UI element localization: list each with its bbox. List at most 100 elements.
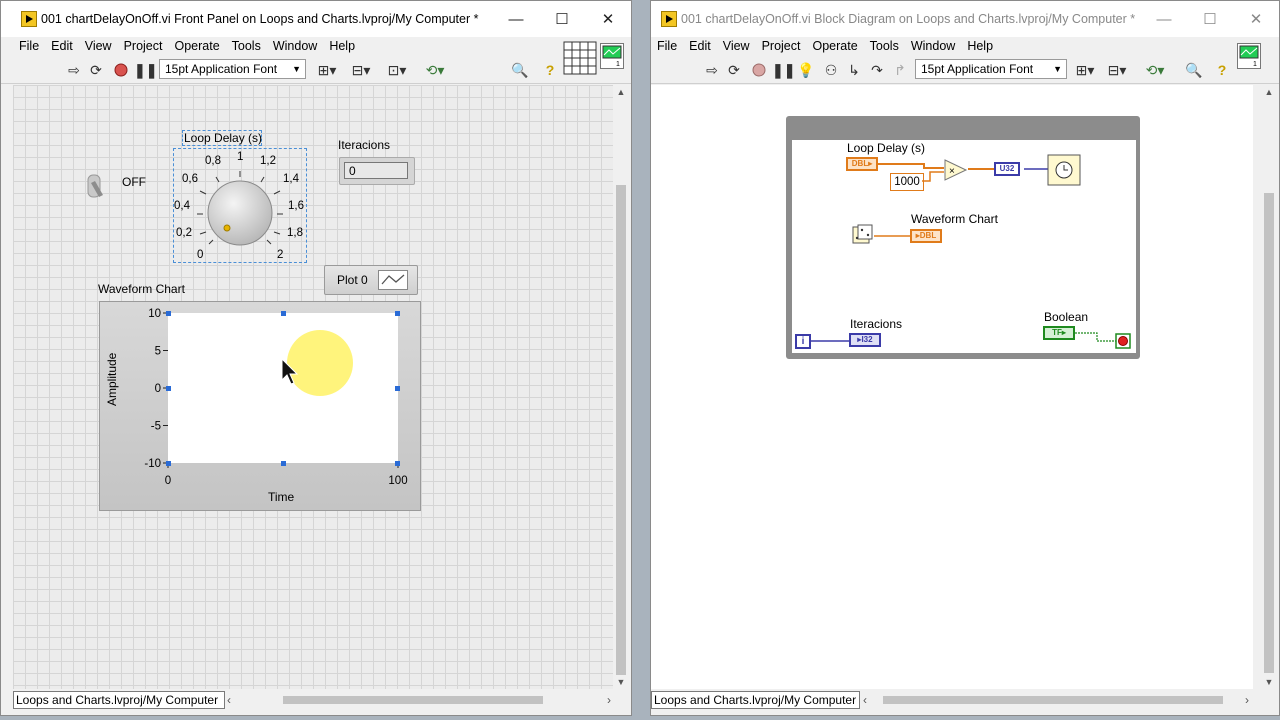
- vi-icon[interactable]: 1: [600, 43, 624, 69]
- chart-terminal-label[interactable]: Waveform Chart: [911, 212, 998, 226]
- loop-delay-terminal[interactable]: DBL▸: [846, 157, 878, 171]
- legend-plot-swatch[interactable]: [378, 270, 408, 290]
- menu-help[interactable]: Help: [323, 37, 361, 53]
- menu-file[interactable]: File: [651, 37, 683, 53]
- help-icon[interactable]: ?: [1213, 61, 1231, 79]
- scroll-up-icon[interactable]: ▲: [613, 87, 629, 97]
- help-icon[interactable]: ?: [541, 61, 559, 79]
- front-panel-titlebar[interactable]: 001 chartDelayOnOff.vi Front Panel on Lo…: [1, 1, 631, 37]
- retain-wire-values-icon[interactable]: ⚇: [822, 61, 840, 79]
- pause-icon[interactable]: ❚❚: [134, 61, 157, 79]
- scroll-left-icon[interactable]: ‹: [863, 693, 867, 707]
- resize-handle[interactable]: [395, 461, 400, 466]
- scroll-right-icon[interactable]: ›: [607, 693, 611, 707]
- menu-operate[interactable]: Operate: [168, 37, 225, 53]
- menu-file[interactable]: File: [13, 37, 45, 53]
- run-continuously-icon[interactable]: ⟳: [725, 61, 743, 79]
- align-objects-icon[interactable]: ⊞▾: [1071, 61, 1099, 79]
- menu-window[interactable]: Window: [905, 37, 961, 53]
- distribute-objects-icon[interactable]: ⊟▾: [1103, 61, 1131, 79]
- chart-label[interactable]: Waveform Chart: [98, 282, 185, 296]
- iterations-label[interactable]: Iteracions: [338, 138, 390, 152]
- wait-ms-icon[interactable]: [1047, 154, 1081, 186]
- to-u32-conversion[interactable]: U32: [994, 162, 1020, 176]
- menu-operate[interactable]: Operate: [806, 37, 863, 53]
- resize-handle[interactable]: [281, 461, 286, 466]
- vertical-scroll-thumb[interactable]: [1264, 193, 1274, 673]
- plot-legend[interactable]: Plot 0: [324, 265, 418, 295]
- step-into-icon[interactable]: ↳: [845, 61, 863, 79]
- block-diagram-horizontal-scrollbar[interactable]: ‹ ›: [863, 693, 1249, 707]
- search-icon[interactable]: 🔍: [1183, 61, 1205, 79]
- scroll-right-icon[interactable]: ›: [1245, 693, 1249, 707]
- pause-icon[interactable]: ❚❚: [772, 61, 795, 79]
- vi-icon[interactable]: 1: [1237, 43, 1261, 69]
- resize-handle[interactable]: [166, 386, 171, 391]
- multiply-function-icon[interactable]: ×: [944, 159, 968, 181]
- resize-handle[interactable]: [166, 311, 171, 316]
- close-button[interactable]: ✕: [585, 1, 631, 37]
- menu-window[interactable]: Window: [267, 37, 323, 53]
- connector-pane-icon[interactable]: [563, 41, 597, 75]
- knob-label[interactable]: Loop Delay (s): [184, 131, 262, 145]
- distribute-objects-icon[interactable]: ⊟▾: [347, 61, 375, 79]
- iterations-indicator[interactable]: 0: [339, 157, 415, 185]
- menu-edit[interactable]: Edit: [683, 37, 717, 53]
- run-continuously-icon[interactable]: ⟳: [87, 61, 105, 79]
- loop-delay-terminal-label[interactable]: Loop Delay (s): [847, 141, 925, 155]
- front-panel-horizontal-scrollbar[interactable]: ‹ ›: [227, 693, 611, 707]
- menu-tools[interactable]: Tools: [864, 37, 905, 53]
- reorder-icon[interactable]: ⟲▾: [421, 61, 449, 79]
- resize-objects-icon[interactable]: ⊡▾: [383, 61, 411, 79]
- maximize-button[interactable]: ☐: [1187, 1, 1233, 37]
- front-panel-vertical-scrollbar[interactable]: ▲ ▼: [613, 85, 629, 689]
- boolean-terminal-label[interactable]: Boolean: [1044, 310, 1088, 324]
- random-number-icon[interactable]: [852, 224, 874, 246]
- resize-handle[interactable]: [281, 311, 286, 316]
- close-button[interactable]: ✕: [1233, 1, 1279, 37]
- step-out-icon[interactable]: ↱: [891, 61, 909, 79]
- scroll-down-icon[interactable]: ▼: [613, 677, 629, 687]
- run-arrow-icon[interactable]: ⇨: [703, 61, 721, 79]
- maximize-button[interactable]: ☐: [539, 1, 585, 37]
- chart-y-tick-label: -5: [151, 421, 161, 433]
- minimize-button[interactable]: —: [1141, 1, 1187, 37]
- resize-handle[interactable]: [166, 461, 171, 466]
- horizontal-scroll-thumb[interactable]: [883, 696, 1223, 704]
- reorder-icon[interactable]: ⟲▾: [1141, 61, 1169, 79]
- loop-condition-stop-icon[interactable]: [1115, 333, 1131, 349]
- menu-view[interactable]: View: [79, 37, 118, 53]
- block-diagram-vertical-scrollbar[interactable]: ▲ ▼: [1261, 85, 1277, 689]
- iteration-terminal[interactable]: i: [795, 334, 811, 349]
- resize-handle[interactable]: [395, 311, 400, 316]
- abort-icon[interactable]: [112, 61, 130, 79]
- font-selector[interactable]: 15pt Application Font ▼: [159, 59, 306, 79]
- font-selector[interactable]: 15pt Application Font ▼: [915, 59, 1067, 79]
- run-arrow-icon[interactable]: ⇨: [65, 61, 83, 79]
- scroll-left-icon[interactable]: ‹: [227, 693, 231, 707]
- horizontal-scroll-thumb[interactable]: [283, 696, 543, 704]
- block-diagram-titlebar[interactable]: 001 chartDelayOnOff.vi Block Diagram on …: [651, 1, 1279, 37]
- menu-project[interactable]: Project: [756, 37, 807, 53]
- menu-edit[interactable]: Edit: [45, 37, 79, 53]
- menu-project[interactable]: Project: [118, 37, 169, 53]
- highlight-execution-icon[interactable]: 💡: [797, 61, 815, 79]
- iterations-terminal[interactable]: ▸I32: [849, 333, 881, 347]
- step-over-icon[interactable]: ↷: [868, 61, 886, 79]
- vertical-scroll-thumb[interactable]: [616, 185, 626, 675]
- menu-tools[interactable]: Tools: [226, 37, 267, 53]
- search-icon[interactable]: 🔍: [509, 61, 531, 79]
- iterations-terminal-label[interactable]: Iteracions: [850, 317, 902, 331]
- menu-help[interactable]: Help: [961, 37, 999, 53]
- toggle-switch[interactable]: [85, 169, 107, 203]
- loop-delay-knob[interactable]: [173, 148, 307, 263]
- scroll-down-icon[interactable]: ▼: [1261, 677, 1277, 687]
- resize-handle[interactable]: [395, 386, 400, 391]
- boolean-terminal[interactable]: TF▸: [1043, 326, 1075, 340]
- align-objects-icon[interactable]: ⊞▾: [313, 61, 341, 79]
- waveform-chart-terminal[interactable]: ▸DBL: [910, 229, 942, 243]
- scroll-up-icon[interactable]: ▲: [1261, 87, 1277, 97]
- abort-icon[interactable]: [750, 61, 768, 79]
- minimize-button[interactable]: —: [493, 1, 539, 37]
- menu-view[interactable]: View: [717, 37, 756, 53]
